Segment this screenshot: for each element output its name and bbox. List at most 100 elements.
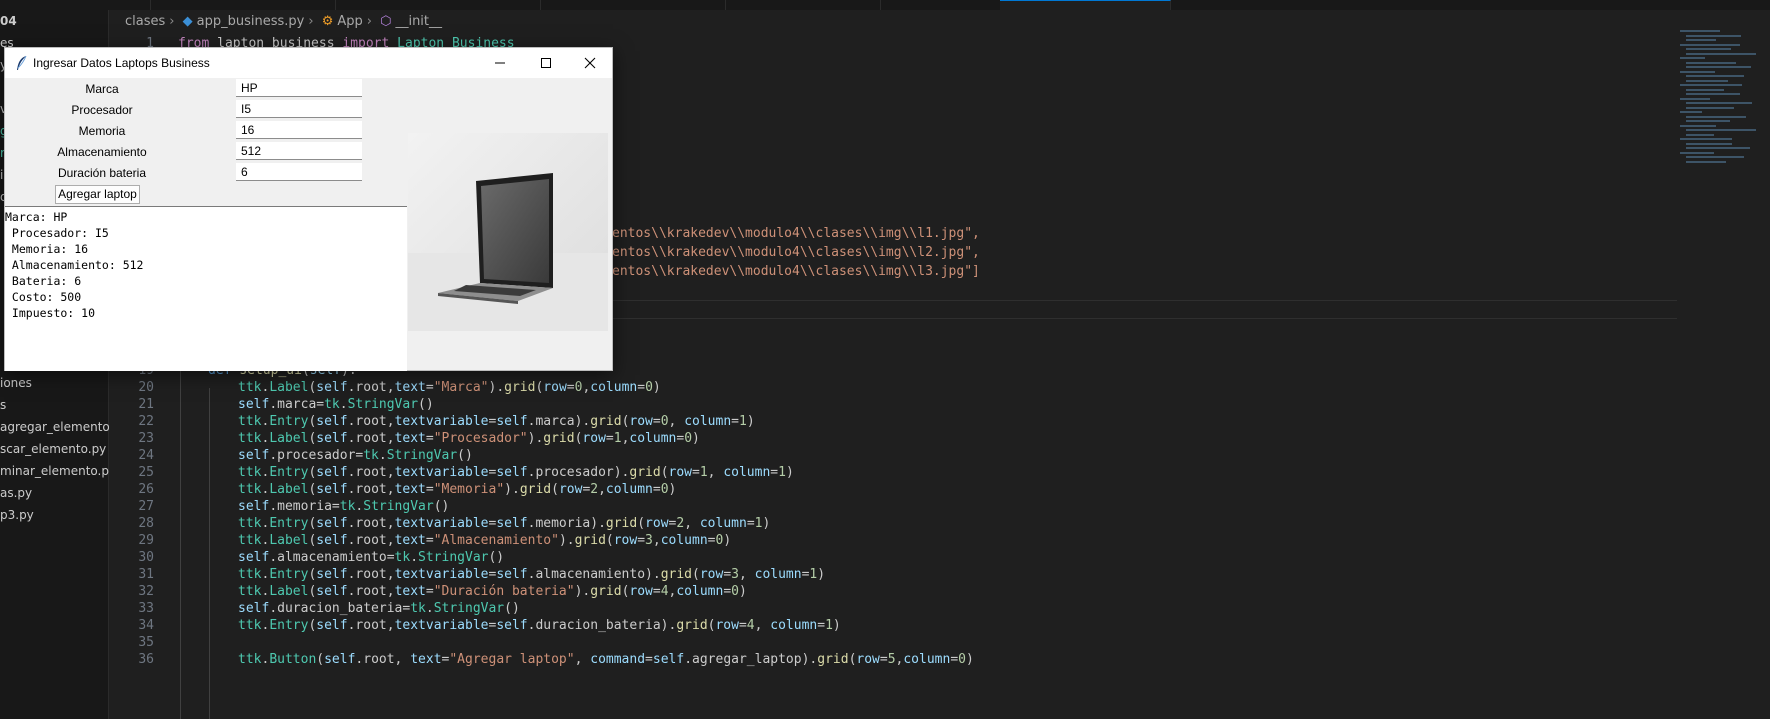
code-line[interactable]: self.memoria=tk.StringVar() <box>238 499 449 514</box>
minimap-line <box>1686 160 1726 163</box>
line-number: 21 <box>138 397 154 412</box>
entry-marca[interactable]: HP <box>236 79 362 97</box>
method-cube-icon: ⬡ <box>380 14 392 29</box>
code-line[interactable]: ttk.Label(self.root,text="Duración bater… <box>238 584 747 599</box>
info-line: Memoria: 16 <box>5 242 89 256</box>
code-line[interactable]: ttk.Label(self.root,text="Memoria").grid… <box>238 482 676 497</box>
minimap[interactable] <box>1680 30 1770 170</box>
code-line[interactable]: ttk.Button(self.root, text="Agregar lapt… <box>238 652 974 667</box>
line-number: 23 <box>138 431 154 446</box>
code-line[interactable]: ttk.Label(self.root,text="Marca").grid(r… <box>238 380 661 395</box>
code-line[interactable]: ttk.Entry(self.root,textvariable=self.du… <box>238 618 841 633</box>
line-number: 30 <box>138 550 154 565</box>
explorer-file[interactable]: minar_elemento.py <box>0 464 116 478</box>
explorer-file[interactable]: p3.py <box>0 508 34 522</box>
label-almacenamiento: Almacenamiento <box>57 145 147 159</box>
editor-tab[interactable] <box>335 0 541 10</box>
line-number: 26 <box>138 482 154 497</box>
info-line: Impuesto: 10 <box>5 306 96 320</box>
feather-icon <box>17 55 27 70</box>
line-number: 34 <box>138 618 154 633</box>
line-number: 32 <box>138 584 154 599</box>
code-line[interactable]: ttk.Label(self.root,text="Procesador").g… <box>238 431 700 446</box>
code-line[interactable]: ttk.Entry(self.root,textvariable=self.pr… <box>238 465 794 480</box>
window-titlebar[interactable]: Ingresar Datos Laptops Business <box>5 48 612 78</box>
class-icon: ⚙ <box>321 14 334 29</box>
maximize-icon <box>541 58 551 68</box>
code-line[interactable]: self.duracion_bateria=tk.StringVar() <box>238 601 520 616</box>
line-number: 35 <box>138 635 154 650</box>
code-line-fragment[interactable]: entos\\krakedev\\modulo4\\clases\\img\\l… <box>612 245 980 260</box>
editor-tab[interactable] <box>880 0 1001 10</box>
minimap-line <box>1686 147 1750 149</box>
add-laptop-button[interactable]: Agregar laptop <box>55 185 140 204</box>
indent-guide <box>209 388 210 719</box>
breadcrumb: clases › ◆ app_business.py › ⚙ App › ⬡ __init_… <box>125 14 446 32</box>
python-file-icon: ◆ <box>182 14 193 29</box>
entry-memoria[interactable]: 16 <box>236 121 362 139</box>
info-line: Bateria: 6 <box>5 274 82 288</box>
minimize-button[interactable] <box>477 48 523 78</box>
indent-guide <box>180 370 181 719</box>
info-line: Costo: 500 <box>5 290 82 304</box>
separator-line <box>612 318 1677 319</box>
explorer-item[interactable]: 04 <box>0 14 17 28</box>
info-line: Marca: HP <box>5 210 68 224</box>
explorer-item[interactable]: i <box>0 168 3 182</box>
label-duracion-bateria: Duración bateria <box>57 166 147 180</box>
entry-almacenamiento[interactable]: 512 <box>236 142 362 160</box>
close-button[interactable] <box>567 48 613 78</box>
breadcrumb-file[interactable]: app_business.py <box>197 14 305 29</box>
explorer-item[interactable]: s <box>0 398 6 412</box>
code-line[interactable]: ttk.Entry(self.root,textvariable=self.al… <box>238 567 825 582</box>
line-number: 29 <box>138 533 154 548</box>
minimap-line <box>1686 61 1736 64</box>
maximize-button[interactable] <box>523 48 569 78</box>
code-line[interactable]: ttk.Entry(self.root,textvariable=self.ma… <box>238 414 755 429</box>
minimap-line <box>1680 124 1716 127</box>
explorer-item[interactable]: iones <box>0 376 32 390</box>
editor-tab[interactable] <box>540 0 726 10</box>
chevron-right-icon: › <box>366 14 372 29</box>
minimap-line <box>1686 106 1734 109</box>
info-line: Procesador: I5 <box>5 226 109 240</box>
minimap-line <box>1686 129 1756 131</box>
breadcrumb-folder[interactable]: clases <box>125 14 165 29</box>
code-line-fragment[interactable]: entos\\krakedev\\modulo4\\clases\\img\\l… <box>612 264 980 279</box>
window-title: Ingresar Datos Laptops Business <box>33 56 210 70</box>
line-number: 25 <box>138 465 154 480</box>
code-line[interactable]: self.procesador=tk.StringVar() <box>238 448 473 463</box>
editor-tab[interactable] <box>725 0 881 10</box>
minimap-line <box>1686 48 1731 50</box>
entry-duracion-bateria[interactable]: 6 <box>236 163 362 181</box>
minimap-line <box>1686 39 1716 41</box>
line-number: 33 <box>138 601 154 616</box>
minimap-line <box>1686 34 1741 37</box>
line-number: 20 <box>138 380 154 395</box>
breadcrumb-class[interactable]: App <box>337 14 362 29</box>
minimap-line <box>1686 156 1744 158</box>
label-memoria: Memoria <box>78 124 126 138</box>
minimap-line <box>1680 84 1742 86</box>
code-line[interactable]: self.almacenamiento=tk.StringVar() <box>238 550 504 565</box>
minimap-line <box>1680 57 1705 59</box>
explorer-file[interactable]: as.py <box>0 486 32 500</box>
separator-line <box>612 300 1677 301</box>
minimap-line <box>1680 138 1732 140</box>
code-line[interactable]: ttk.Entry(self.root,textvariable=self.me… <box>238 516 770 531</box>
tk-window: Ingresar Datos Laptops Business Marca Pr… <box>4 47 613 371</box>
code-line[interactable]: ttk.Label(self.root,text="Almacenamiento… <box>238 533 731 548</box>
editor-tab-strip[interactable] <box>0 0 1770 11</box>
code-line[interactable]: self.marca=tk.StringVar() <box>238 397 434 412</box>
minimap-line <box>1686 93 1740 95</box>
laptop-info-panel: Marca: HP Procesador: I5 Memoria: 16 Alm… <box>5 206 407 371</box>
close-icon <box>584 57 596 69</box>
editor-tab[interactable] <box>150 0 336 10</box>
code-line-fragment[interactable]: entos\\krakedev\\modulo4\\clases\\img\\l… <box>612 226 980 241</box>
entry-procesador[interactable]: I5 <box>236 100 362 118</box>
breadcrumb-method[interactable]: __init__ <box>395 14 442 29</box>
editor-tab[interactable] <box>0 0 151 10</box>
minimap-line <box>1686 75 1744 77</box>
explorer-file[interactable]: scar_elemento.py <box>0 442 106 456</box>
line-number: 27 <box>138 499 154 514</box>
